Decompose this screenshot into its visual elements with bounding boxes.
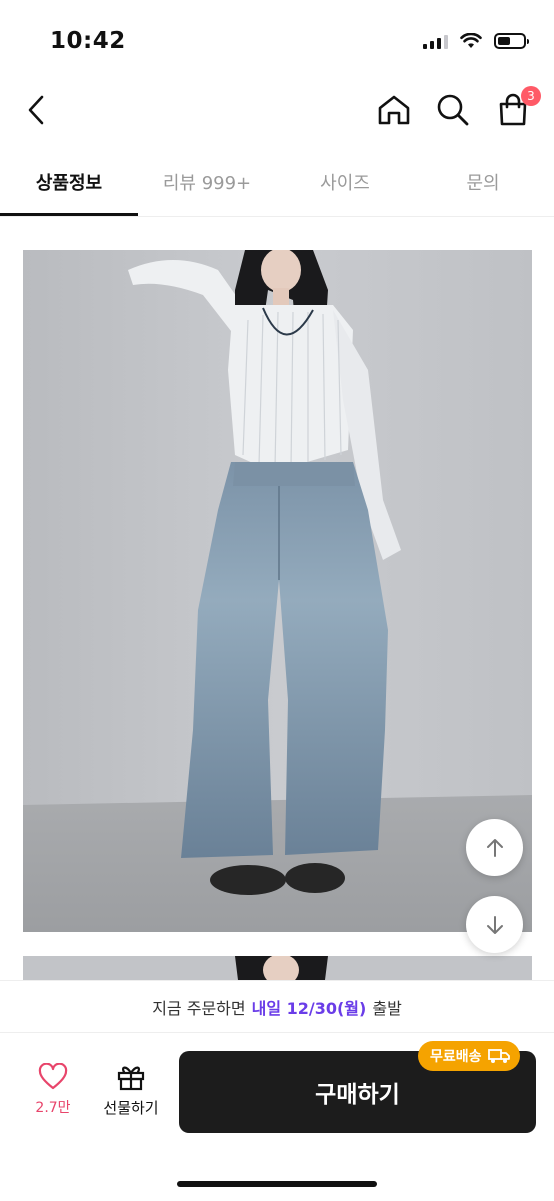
- tab-reviews[interactable]: 리뷰 999+: [138, 152, 276, 212]
- truck-icon: [487, 1049, 510, 1063]
- bottom-action-bar: 2.7만 선물하기 구매하기 무료배송: [0, 1032, 554, 1201]
- scroll-down-button[interactable]: [466, 896, 523, 953]
- free-shipping-badge: 무료배송: [418, 1041, 520, 1071]
- home-indicator: [177, 1181, 377, 1187]
- gift-label: 선물하기: [103, 1099, 159, 1117]
- shipping-date: 내일 12/30(월): [251, 999, 367, 1018]
- search-icon: [437, 94, 469, 126]
- tab-product-info[interactable]: 상품정보: [0, 152, 138, 216]
- free-shipping-label: 무료배송: [430, 1049, 482, 1065]
- status-bar: 10:42: [0, 0, 554, 80]
- home-icon: [378, 95, 410, 125]
- status-icons: [423, 33, 529, 49]
- gift-icon: [117, 1066, 145, 1091]
- arrow-up-icon: [486, 838, 503, 857]
- arrow-down-icon: [486, 915, 503, 934]
- tab-inquiry[interactable]: 문의: [414, 152, 552, 212]
- tab-size[interactable]: 사이즈: [276, 152, 414, 212]
- heart-icon: [38, 1063, 68, 1090]
- wifi-icon: [460, 33, 482, 48]
- shipping-prefix: 지금 주문하면: [152, 999, 246, 1018]
- battery-icon: [494, 33, 529, 49]
- like-button[interactable]: 2.7만: [24, 1063, 82, 1129]
- like-count: 2.7만: [35, 1100, 71, 1116]
- shipping-notice: 지금 주문하면 내일 12/30(월) 출발: [0, 980, 554, 1033]
- shipping-suffix: 출발: [372, 999, 402, 1018]
- status-time: 10:42: [50, 28, 126, 54]
- product-tabs: 상품정보 리뷰 999+ 사이즈 문의: [0, 152, 554, 217]
- nav-bar: 3: [0, 80, 554, 142]
- cellular-signal-icon: [423, 33, 448, 49]
- cart-count-badge: 3: [521, 86, 541, 106]
- back-button[interactable]: [16, 90, 56, 130]
- cart-button[interactable]: 3: [493, 86, 541, 130]
- product-photo-2: [23, 956, 532, 980]
- gift-button[interactable]: 선물하기: [96, 1063, 166, 1129]
- home-button[interactable]: [374, 90, 414, 130]
- scroll-up-button[interactable]: [466, 819, 523, 876]
- product-photo: [23, 250, 532, 932]
- search-button[interactable]: [433, 90, 473, 130]
- chevron-left-icon: [28, 95, 44, 125]
